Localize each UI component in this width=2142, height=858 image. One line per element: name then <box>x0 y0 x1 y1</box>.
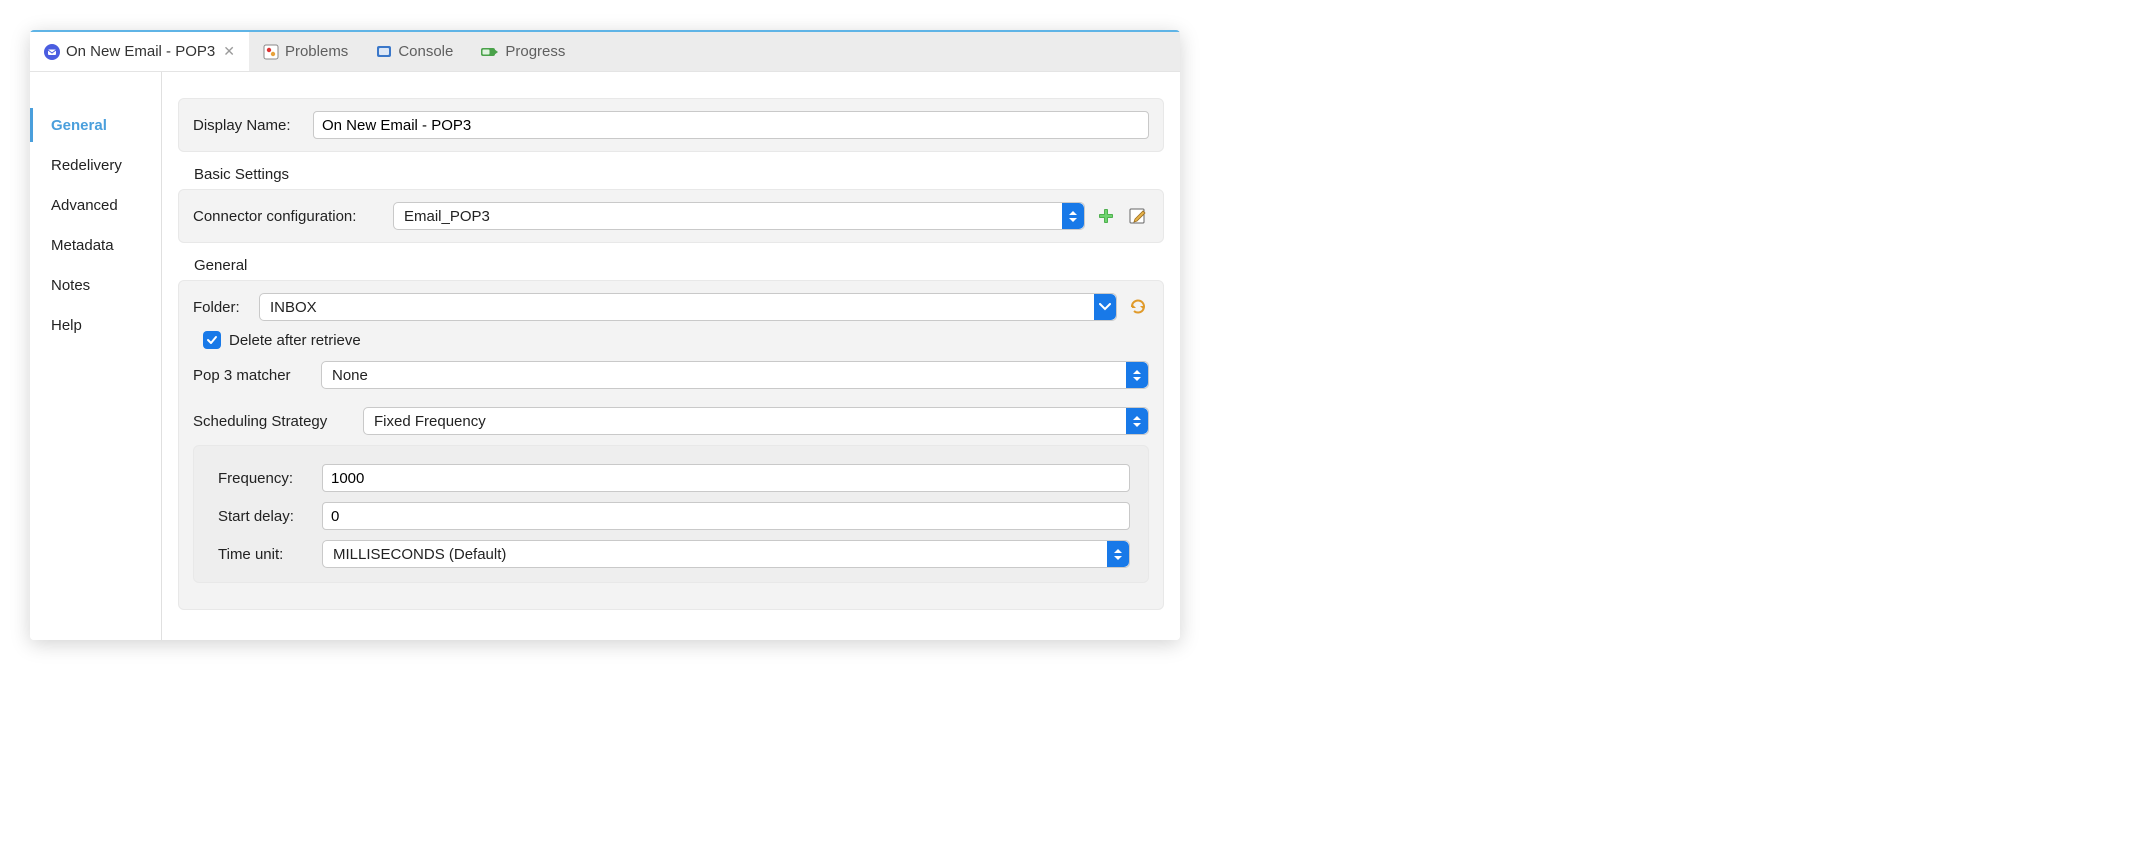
content: Display Name: Basic Settings Connector c… <box>162 72 1180 640</box>
updown-icon <box>1126 408 1148 434</box>
delete-after-retrieve-checkbox[interactable] <box>203 331 221 349</box>
tab-label: Console <box>398 43 453 60</box>
sidebar: General Redelivery Advanced Metadata Not… <box>30 72 162 640</box>
sidebar-item-label: Help <box>51 317 82 334</box>
sidebar-item-general[interactable]: General <box>30 108 161 142</box>
connector-config-value: Email_POP3 <box>404 208 490 225</box>
scheduling-strategy-value: Fixed Frequency <box>374 413 486 430</box>
delete-after-retrieve-row[interactable]: Delete after retrieve <box>203 331 1149 349</box>
folder-combo[interactable]: INBOX <box>259 293 1117 321</box>
tab-editor[interactable]: On New Email - POP3 ✕ <box>30 32 249 71</box>
general-header: General <box>194 257 1164 274</box>
basic-settings-header: Basic Settings <box>194 166 1164 183</box>
updown-icon <box>1062 203 1084 229</box>
start-delay-label: Start delay: <box>212 508 312 525</box>
progress-icon <box>481 45 499 59</box>
display-name-panel: Display Name: <box>178 98 1164 152</box>
problems-icon <box>263 44 279 60</box>
tab-label: Problems <box>285 43 348 60</box>
tab-bar: On New Email - POP3 ✕ Problems Console <box>30 30 1180 72</box>
pop3-matcher-label: Pop 3 matcher <box>193 367 311 384</box>
edit-config-button[interactable] <box>1127 205 1149 227</box>
sidebar-item-label: Metadata <box>51 237 114 254</box>
chevron-down-icon <box>1094 294 1116 320</box>
frequency-input[interactable] <box>322 464 1130 492</box>
scheduling-strategy-label: Scheduling Strategy <box>193 413 353 430</box>
pop3-matcher-select[interactable]: None <box>321 361 1149 389</box>
general-panel: Folder: INBOX <box>178 280 1164 610</box>
delete-after-retrieve-label: Delete after retrieve <box>229 332 361 349</box>
frequency-label: Frequency: <box>212 470 312 487</box>
time-unit-value: MILLISECONDS (Default) <box>333 546 506 563</box>
refresh-folder-button[interactable] <box>1127 296 1149 318</box>
tab-console[interactable]: Console <box>362 32 467 71</box>
close-icon[interactable]: ✕ <box>223 43 235 60</box>
basic-settings-panel: Connector configuration: Email_POP3 <box>178 189 1164 243</box>
display-name-input[interactable] <box>313 111 1149 139</box>
tab-label: Progress <box>505 43 565 60</box>
tab-progress[interactable]: Progress <box>467 32 579 71</box>
connector-config-select[interactable]: Email_POP3 <box>393 202 1085 230</box>
tab-label: On New Email - POP3 <box>66 43 215 60</box>
frequency-panel: Frequency: Start delay: Time unit: MILLI… <box>193 445 1149 583</box>
sidebar-item-redelivery[interactable]: Redelivery <box>30 148 161 182</box>
sidebar-item-label: Notes <box>51 277 90 294</box>
folder-label: Folder: <box>193 299 249 316</box>
sidebar-item-label: Advanced <box>51 197 118 214</box>
sidebar-item-metadata[interactable]: Metadata <box>30 228 161 262</box>
email-icon <box>44 44 60 60</box>
sidebar-item-notes[interactable]: Notes <box>30 268 161 302</box>
updown-icon <box>1107 541 1129 567</box>
add-config-button[interactable] <box>1095 205 1117 227</box>
folder-value: INBOX <box>270 299 317 316</box>
tab-problems[interactable]: Problems <box>249 32 362 71</box>
updown-icon <box>1126 362 1148 388</box>
scheduling-strategy-select[interactable]: Fixed Frequency <box>363 407 1149 435</box>
window: On New Email - POP3 ✕ Problems Console <box>30 30 1180 640</box>
time-unit-select[interactable]: MILLISECONDS (Default) <box>322 540 1130 568</box>
display-name-label: Display Name: <box>193 117 303 134</box>
time-unit-label: Time unit: <box>212 546 312 563</box>
body: General Redelivery Advanced Metadata Not… <box>30 72 1180 640</box>
connector-config-label: Connector configuration: <box>193 208 383 225</box>
sidebar-item-help[interactable]: Help <box>30 308 161 342</box>
start-delay-input[interactable] <box>322 502 1130 530</box>
sidebar-item-label: General <box>51 117 107 134</box>
pop3-matcher-value: None <box>332 367 368 384</box>
console-icon <box>376 44 392 60</box>
sidebar-item-label: Redelivery <box>51 157 122 174</box>
sidebar-item-advanced[interactable]: Advanced <box>30 188 161 222</box>
